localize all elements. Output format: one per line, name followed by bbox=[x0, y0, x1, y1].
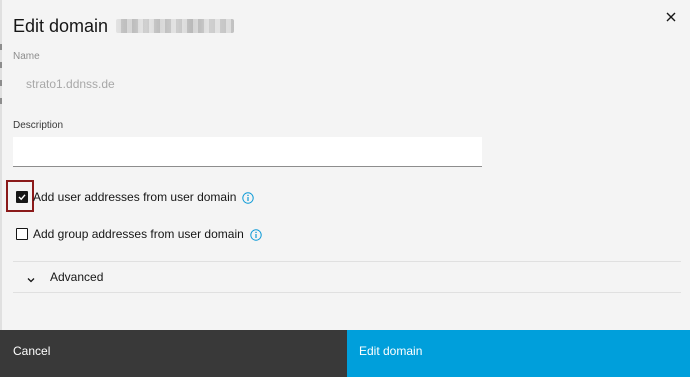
advanced-label: Advanced bbox=[50, 270, 104, 284]
edit-domain-modal: Edit domain Name strato1.ddnss.de Descri… bbox=[0, 0, 690, 377]
user-addresses-checkbox[interactable] bbox=[16, 191, 28, 203]
group-addresses-option[interactable]: Add group addresses from user domain bbox=[16, 227, 262, 241]
description-input[interactable] bbox=[13, 137, 482, 167]
close-button[interactable] bbox=[662, 8, 680, 26]
redacted-domain-name bbox=[116, 19, 235, 33]
close-icon bbox=[666, 12, 676, 22]
divider bbox=[13, 292, 681, 293]
modal-header: Edit domain bbox=[13, 14, 235, 38]
info-icon[interactable] bbox=[242, 191, 255, 204]
modal-footer: Cancel Edit domain bbox=[0, 330, 690, 377]
user-addresses-option[interactable]: Add user addresses from user domain bbox=[16, 190, 255, 204]
group-addresses-checkbox[interactable] bbox=[16, 228, 28, 240]
cancel-button[interactable]: Cancel bbox=[0, 330, 347, 377]
checkmark-icon bbox=[18, 194, 26, 201]
group-addresses-label: Add group addresses from user domain bbox=[33, 227, 244, 241]
description-label: Description bbox=[13, 120, 64, 131]
edit-domain-button[interactable]: Edit domain bbox=[347, 330, 690, 377]
user-addresses-label: Add user addresses from user domain bbox=[33, 190, 237, 204]
name-label: Name bbox=[13, 51, 40, 62]
chevron-down-icon bbox=[26, 272, 36, 283]
info-icon[interactable] bbox=[250, 228, 262, 241]
advanced-accordion[interactable]: Advanced bbox=[13, 262, 681, 292]
background-edge bbox=[0, 0, 2, 330]
modal-title: Edit domain bbox=[13, 15, 109, 36]
name-value: strato1.ddnss.de bbox=[26, 77, 115, 91]
